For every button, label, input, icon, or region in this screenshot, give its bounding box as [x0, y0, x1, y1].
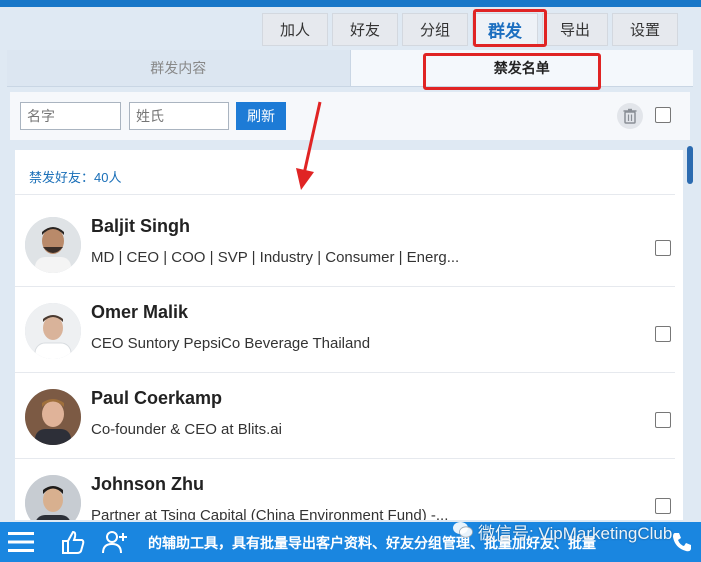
- select-all-checkbox[interactable]: [655, 107, 671, 123]
- contact-name: Paul Coerkamp: [91, 388, 223, 408]
- nav-add-people[interactable]: 加人: [262, 13, 328, 46]
- contact-title: Partner at Tsing Capital (China Environm…: [91, 507, 449, 520]
- main-nav: 加人 好友 分组 群发 导出 设置: [262, 13, 678, 46]
- nav-groups[interactable]: 分组: [402, 13, 468, 46]
- thumbs-up-icon[interactable]: [58, 528, 88, 556]
- watermark-text: 微信号: VipMarketingClub: [478, 524, 673, 543]
- avatar: [25, 217, 81, 273]
- top-blue-strip: [0, 0, 701, 7]
- contact-title: CEO Suntory PepsiCo Beverage Thailand: [91, 335, 371, 352]
- scrollbar-thumb[interactable]: [687, 146, 693, 184]
- nav-broadcast[interactable]: 群发: [472, 13, 538, 46]
- list-item[interactable]: Omer Malik CEO Suntory PepsiCo Beverage …: [15, 286, 683, 372]
- blocked-count: 禁发好友：40人: [29, 170, 122, 185]
- avatar: [25, 303, 81, 359]
- menu-icon[interactable]: [6, 528, 36, 556]
- row-checkbox[interactable]: [655, 326, 671, 342]
- trash-icon[interactable]: [617, 103, 643, 129]
- nav-settings[interactable]: 设置: [612, 13, 678, 46]
- annotation-arrow-icon: [296, 101, 322, 190]
- divider: [15, 194, 675, 195]
- blocked-friends-list: 禁发好友：40人 Baljit Singh MD | CEO | COO | S…: [15, 150, 683, 520]
- sub-tabs: 群发内容 禁发名单: [7, 50, 693, 87]
- first-name-input[interactable]: [20, 102, 121, 130]
- contact-name: Johnson Zhu: [91, 474, 204, 494]
- nav-friends[interactable]: 好友: [332, 13, 398, 46]
- contact-name: Omer Malik: [91, 302, 189, 322]
- tab-blocked-list[interactable]: 禁发名单: [349, 50, 693, 86]
- row-checkbox[interactable]: [655, 240, 671, 256]
- row-checkbox[interactable]: [655, 412, 671, 428]
- list-item[interactable]: Paul Coerkamp Co-founder & CEO at Blits.…: [15, 372, 683, 458]
- refresh-button[interactable]: 刷新: [236, 102, 286, 130]
- list-item[interactable]: Johnson Zhu Partner at Tsing Capital (Ch…: [15, 458, 683, 520]
- row-checkbox[interactable]: [655, 498, 671, 514]
- add-user-icon[interactable]: [100, 528, 130, 556]
- last-name-input[interactable]: [129, 102, 229, 130]
- contact-title: Co-founder & CEO at Blits.ai: [91, 421, 282, 438]
- contact-name: Baljit Singh: [91, 216, 190, 236]
- tab-broadcast-content[interactable]: 群发内容: [7, 50, 350, 86]
- filter-bar: 刷新: [10, 92, 690, 140]
- wechat-icon: [453, 522, 473, 538]
- nav-export[interactable]: 导出: [542, 13, 608, 46]
- avatar: [25, 389, 81, 445]
- contact-title: MD | CEO | COO | SVP | Industry | Consum…: [91, 249, 460, 266]
- avatar: [25, 475, 81, 520]
- list-item[interactable]: Baljit Singh MD | CEO | COO | SVP | Indu…: [15, 200, 683, 286]
